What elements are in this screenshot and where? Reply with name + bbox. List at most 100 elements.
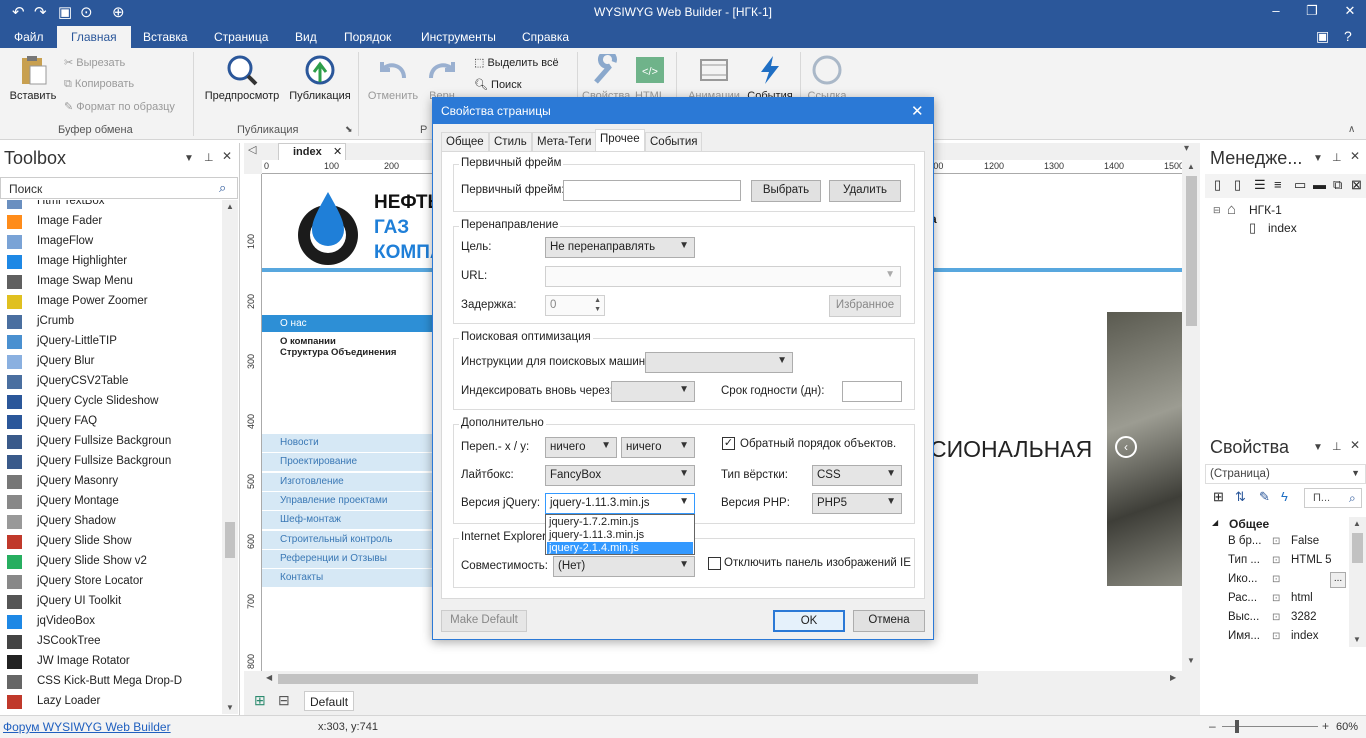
designer-hscroll[interactable]: ◀ ▶ <box>262 671 1183 687</box>
categorized-icon[interactable]: ⊞ <box>1213 489 1224 505</box>
tab-left-arrow-icon[interactable]: ◁ <box>248 143 256 156</box>
url-input[interactable]: ▼ <box>545 266 901 287</box>
find-button[interactable]: 🔍︎ Поиск <box>474 78 522 91</box>
scrollbar-thumb[interactable] <box>1186 176 1197 326</box>
nav-item[interactable]: Контакты <box>262 569 432 589</box>
toolbox-item[interactable]: Image Power Zoomer <box>0 292 220 312</box>
wrap-y-select[interactable]: ничего ▼ <box>621 437 695 458</box>
search-icon[interactable]: ⌕ <box>219 180 226 196</box>
nav-sub-1[interactable]: О компании <box>280 336 336 347</box>
menu-help[interactable]: Справка <box>522 30 569 44</box>
forum-link[interactable]: Форум WYSIWYG Web Builder <box>3 720 171 734</box>
toolbox-item[interactable]: jQuery Slide Show v2 <box>0 552 220 572</box>
zoom-out-icon[interactable]: – <box>1209 719 1216 733</box>
manager-close-icon[interactable]: ✕ <box>1350 149 1360 163</box>
nav-item[interactable]: Референции и Отзывы <box>262 549 432 569</box>
redo-button[interactable]: Верн <box>424 54 460 102</box>
wrap-x-select[interactable]: ничего ▼ <box>545 437 617 458</box>
search-icon[interactable]: ⌕ <box>1349 491 1356 506</box>
toolbox-dropdown-icon[interactable]: ▼ <box>184 153 194 164</box>
menu-insert[interactable]: Вставка <box>143 30 188 44</box>
toolbox-close-icon[interactable]: ✕ <box>222 149 232 163</box>
copy-page-icon[interactable]: ⧉ <box>1333 177 1342 193</box>
layout-select[interactable]: CSS ▼ <box>812 465 902 486</box>
html-button[interactable]: </> HTML <box>630 54 670 102</box>
zoom-slider-thumb[interactable] <box>1235 720 1239 733</box>
menu-file[interactable]: Файл <box>14 30 44 44</box>
scrollbar-thumb[interactable] <box>225 522 235 558</box>
delete-button[interactable]: Удалить <box>829 180 901 202</box>
page-icon[interactable]: ▯ <box>1234 177 1241 193</box>
toolbox-item[interactable]: jQuery UI Toolkit <box>0 592 220 612</box>
animations-button[interactable]: Анимации <box>682 54 746 102</box>
toolbox-item[interactable]: JW Image Rotator <box>0 652 220 672</box>
property-value[interactable]: html <box>1291 592 1313 604</box>
scroll-down-icon[interactable]: ▼ <box>226 703 234 712</box>
cancel-button[interactable]: Отмена <box>853 610 925 632</box>
scrollbar-thumb[interactable] <box>278 674 978 684</box>
properties-wrench-icon[interactable]: ✎ <box>1259 489 1270 505</box>
toolbox-item[interactable]: jCrumb <box>0 312 220 332</box>
php-select[interactable]: PHP5 ▼ <box>812 493 902 514</box>
menu-page[interactable]: Страница <box>214 30 268 44</box>
layout-icon[interactable]: ▣ <box>1316 28 1329 45</box>
sort-az-icon[interactable]: ⇅ <box>1235 489 1246 505</box>
toolbox-pin-icon[interactable]: ⊥ <box>204 151 214 164</box>
cut-button[interactable]: ✂ Вырезать <box>64 56 125 69</box>
toolbox-item[interactable]: jQuery Store Locator <box>0 572 220 592</box>
nav-item[interactable]: Шеф-монтаж <box>262 511 432 531</box>
dialog-close-icon[interactable]: ✕ <box>911 102 924 120</box>
tree-root[interactable]: НГК-1 <box>1249 203 1282 217</box>
nav-header[interactable]: О нас <box>262 315 432 332</box>
collapse-ribbon-icon[interactable]: ∧ <box>1348 124 1355 135</box>
jquery-option[interactable]: jquery-1.11.3.min.js <box>547 529 693 542</box>
icon-browse-button[interactable]: ... <box>1330 572 1346 588</box>
revisit-select[interactable]: ▼ <box>611 381 695 402</box>
collapse-icon[interactable]: ◢ <box>1212 518 1218 527</box>
scroll-down-icon[interactable]: ▼ <box>1187 656 1195 665</box>
property-value[interactable]: HTML 5 <box>1291 554 1331 566</box>
menu-view[interactable]: Вид <box>295 30 317 44</box>
tree-page-index[interactable]: index <box>1268 221 1297 235</box>
stepper-arrows-icon[interactable]: ▲ ▼ <box>594 296 601 314</box>
expires-input[interactable] <box>842 381 902 402</box>
toolbox-item[interactable]: CSS Kick-Butt Mega Drop-D <box>0 672 220 692</box>
help-icon[interactable]: ? <box>1344 28 1352 44</box>
object-select[interactable]: (Страница) ▼ <box>1205 464 1366 484</box>
toolbox-item[interactable]: Image Fader <box>0 212 220 232</box>
tab-other[interactable]: Прочее <box>595 129 645 152</box>
scrollbar-thumb[interactable] <box>1352 533 1363 563</box>
compat-select[interactable]: (Нет) ▼ <box>553 556 695 577</box>
scroll-up-icon[interactable]: ▲ <box>1353 519 1361 528</box>
nav-item[interactable]: Проектирование <box>262 453 432 473</box>
scroll-up-icon[interactable]: ▲ <box>226 202 234 211</box>
folder-icon[interactable]: ▭ <box>1294 177 1306 193</box>
layer-settings-icon[interactable]: ⊟ <box>278 692 290 709</box>
slider-prev-icon[interactable]: ‹ <box>1115 436 1137 458</box>
tab-style[interactable]: Стиль <box>489 132 532 152</box>
tab-events[interactable]: События <box>645 132 703 152</box>
tree-collapse-icon[interactable]: ⊟ <box>1213 205 1221 216</box>
delete-page-icon[interactable]: ⊠ <box>1351 177 1362 193</box>
tab-meta[interactable]: Мета-Теги <box>532 132 597 152</box>
events-lightning-icon[interactable]: ϟ <box>1281 489 1288 504</box>
robots-select[interactable]: ▼ <box>645 352 793 373</box>
nav-item[interactable]: Изготовление <box>262 472 432 492</box>
tab-close-icon[interactable]: ✕ <box>333 145 342 158</box>
toolbox-item[interactable]: jQuery Masonry <box>0 472 220 492</box>
delay-stepper[interactable]: 0 ▲ ▼ <box>545 295 605 316</box>
close-button[interactable]: ✕ <box>1330 3 1366 19</box>
tab-list-icon[interactable]: ▾ <box>1184 143 1189 154</box>
toolbox-item[interactable]: Html TextBox <box>0 200 220 212</box>
nav-item[interactable]: Строительный контроль <box>262 530 432 550</box>
minimize-button[interactable]: – <box>1256 3 1296 18</box>
maximize-button[interactable]: ❐ <box>1292 3 1332 19</box>
toolbox-item[interactable]: JSCookTree <box>0 632 220 652</box>
events-button[interactable]: События <box>746 54 794 102</box>
choose-button[interactable]: Выбрать <box>751 180 821 202</box>
properties-button[interactable]: Свойства <box>582 54 630 102</box>
select-all-button[interactable]: ⬚ Выделить всё <box>474 56 559 69</box>
favorites-button[interactable]: Избранное <box>829 295 901 317</box>
properties-search[interactable]: П... ⌕ <box>1304 488 1362 508</box>
menu-home[interactable]: Главная <box>57 26 131 48</box>
